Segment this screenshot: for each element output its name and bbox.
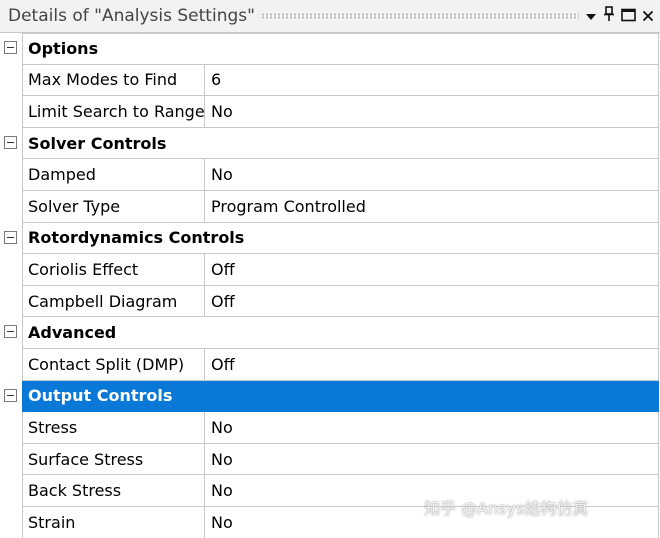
pin-icon[interactable]	[603, 6, 615, 26]
maximize-icon[interactable]	[621, 7, 636, 26]
property-name: Damped	[22, 159, 205, 191]
property-row[interactable]: Damped No	[0, 159, 660, 191]
property-row[interactable]: Solver Type Program Controlled	[0, 190, 660, 223]
panel-title: Details of "Analysis Settings"	[8, 6, 255, 26]
property-name: Back Stress	[22, 475, 205, 507]
details-title-bar[interactable]: Details of "Analysis Settings"	[0, 0, 660, 33]
group-header-label: Output Controls	[22, 380, 659, 413]
property-name: Campbell Diagram	[22, 285, 205, 318]
property-row[interactable]: Contact Split (DMP) Off	[0, 348, 660, 381]
property-grid: Options Max Modes to Find 6 Limit Search…	[0, 33, 660, 538]
dropdown-arrow-icon[interactable]	[585, 7, 597, 26]
group-rotordynamics-controls[interactable]: Rotordynamics Controls	[0, 222, 660, 255]
collapse-toggle-icon[interactable]	[4, 41, 17, 54]
property-name: Coriolis Effect	[22, 254, 205, 286]
property-name: Stress	[22, 412, 205, 444]
property-value[interactable]: No	[204, 412, 659, 444]
title-icons	[585, 6, 660, 26]
collapse-toggle-icon[interactable]	[4, 135, 17, 149]
property-row[interactable]: Campbell Diagram Off	[0, 285, 660, 318]
property-name: Solver Type	[22, 190, 205, 223]
property-name: Max Modes to Find	[22, 64, 205, 97]
watermark: 知乎 @Ansys结构仿真	[424, 499, 589, 518]
group-header-label: Rotordynamics Controls	[22, 222, 659, 255]
collapse-toggle-icon[interactable]	[4, 325, 17, 339]
property-value[interactable]: Off	[204, 254, 659, 286]
property-value[interactable]: 6	[204, 64, 659, 97]
property-row[interactable]: Max Modes to Find 6	[0, 64, 660, 97]
property-value[interactable]: Off	[204, 285, 659, 318]
property-name: Limit Search to Range	[22, 96, 205, 128]
close-icon[interactable]	[642, 7, 654, 26]
property-row[interactable]: Surface Stress No	[0, 443, 660, 476]
property-row[interactable]: Coriolis Effect Off	[0, 254, 660, 286]
property-value[interactable]: No	[204, 96, 659, 128]
property-row[interactable]: Limit Search to Range No	[0, 96, 660, 128]
group-output-controls[interactable]: Output Controls	[0, 380, 660, 413]
details-panel: Details of "Analysis Settings" Options M…	[0, 0, 660, 538]
property-name: Strain	[22, 506, 205, 538]
group-advanced[interactable]: Advanced	[0, 317, 660, 349]
property-name: Surface Stress	[22, 443, 205, 476]
property-value[interactable]: Program Controlled	[204, 190, 659, 223]
title-grip[interactable]	[260, 13, 579, 19]
collapse-toggle-icon[interactable]	[4, 230, 17, 244]
group-options[interactable]: Options	[0, 33, 660, 65]
property-row[interactable]: Stress No	[0, 412, 660, 444]
collapse-toggle-icon[interactable]	[4, 388, 17, 402]
group-header-label: Solver Controls	[22, 127, 659, 160]
group-header-label: Advanced	[22, 317, 659, 349]
property-value[interactable]: Off	[204, 348, 659, 381]
property-value[interactable]: No	[204, 443, 659, 476]
property-value[interactable]: No	[204, 159, 659, 191]
group-solver-controls[interactable]: Solver Controls	[0, 127, 660, 160]
group-header-label: Options	[22, 33, 659, 65]
property-name: Contact Split (DMP)	[22, 348, 205, 381]
